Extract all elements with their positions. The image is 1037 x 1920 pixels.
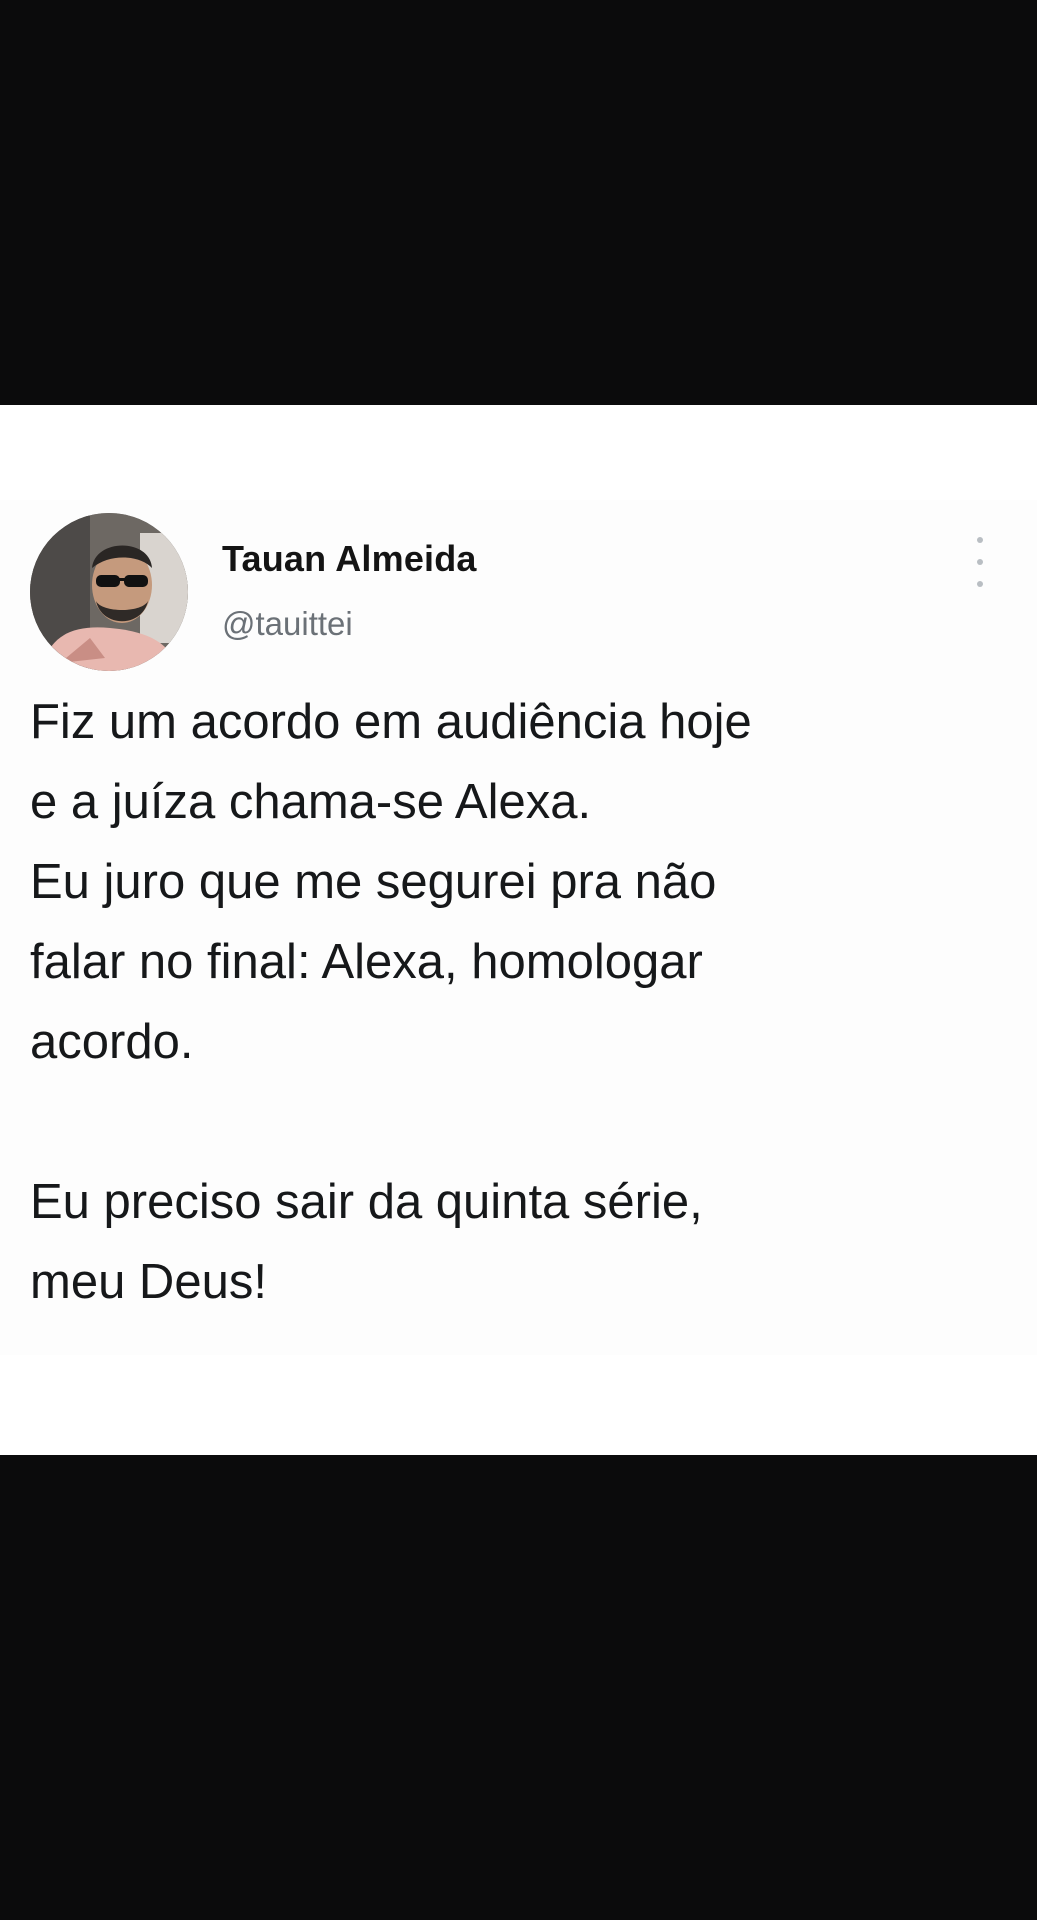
- bottom-black-band: [0, 1455, 1037, 1920]
- top-black-band: [0, 0, 1037, 405]
- tweet-text-line: Fiz um acordo em audiência hoje: [30, 695, 752, 749]
- screenshot-canvas: Tauan Almeida @tauittei Fiz um acordo em…: [0, 0, 1037, 1920]
- more-vertical-icon[interactable]: [968, 537, 992, 587]
- tweet-text: Fiz um acordo em audiência hoje e a juíz…: [30, 682, 1010, 1322]
- tweet-text-line: Eu juro que me segurei pra não: [30, 855, 717, 909]
- tweet-text-line: meu Deus!: [30, 1255, 267, 1309]
- tweet-text-line: e a juíza chama-se Alexa.: [30, 775, 592, 829]
- tweet-card: Tauan Almeida @tauittei Fiz um acordo em…: [0, 405, 1037, 1455]
- tweet-text-line: falar no final: Alexa, homologar: [30, 935, 703, 989]
- avatar-photo: [30, 513, 188, 671]
- author-handle[interactable]: @tauittei: [222, 605, 353, 643]
- tweet-text-line: acordo.: [30, 1015, 194, 1069]
- avatar[interactable]: [30, 513, 188, 671]
- author-name[interactable]: Tauan Almeida: [222, 538, 477, 580]
- tweet-text-line: Eu preciso sair da quinta série,: [30, 1175, 703, 1229]
- paragraph-break: [30, 1082, 1010, 1162]
